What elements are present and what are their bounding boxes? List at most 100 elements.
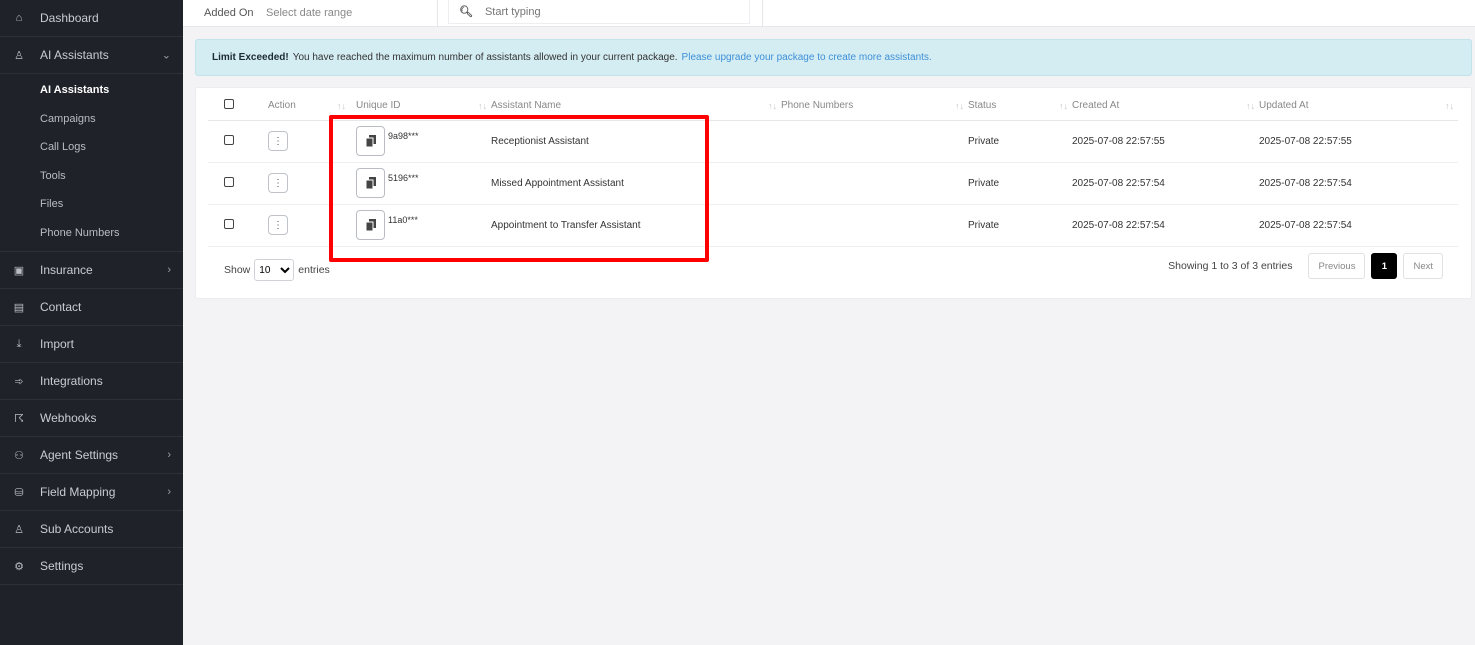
sidebar-item-webhooks[interactable]: ☈ Webhooks: [0, 400, 183, 437]
pagination: Showing 1 to 3 of 3 entries Previous 1 N…: [1168, 253, 1443, 279]
gear-icon: ⚙: [14, 560, 24, 573]
select-all-checkbox[interactable]: [224, 99, 234, 110]
sidebar-item-settings[interactable]: ⚙ Settings: [0, 548, 183, 585]
row-actions-button[interactable]: ⋮: [268, 215, 288, 235]
page-1-button[interactable]: 1: [1371, 253, 1398, 279]
date-range-picker[interactable]: Select date range: [266, 7, 352, 19]
sidebar-item-label: Dashboard: [40, 11, 99, 25]
id-card-icon: ▣: [13, 264, 25, 277]
created-at: 2025-07-08 22:57:54: [1072, 204, 1259, 247]
sidebar-item-field-mapping[interactable]: ⛁ Field Mapping ›: [0, 474, 183, 511]
header-unique-id[interactable]: Unique ID ↑↓: [356, 92, 491, 121]
search-icon: 🔍︎: [459, 6, 473, 18]
assistant-name: Receptionist Assistant: [491, 120, 781, 163]
plug-icon: ➾: [14, 375, 24, 388]
alert-title: Limit Exceeded!: [212, 52, 289, 63]
header-created-at[interactable]: Created At ↑↓: [1072, 92, 1259, 121]
webhook-icon: ☈: [14, 412, 24, 425]
row-checkbox[interactable]: [224, 176, 234, 187]
show-label: Show: [224, 264, 251, 276]
table-row: ⋮ 5196*** Missed Appointment Assistant P…: [208, 162, 1458, 205]
sidebar-item-dashboard[interactable]: ⌂ Dashboard: [0, 0, 183, 37]
row-uid-cell: 5196***: [356, 162, 491, 205]
chevron-right-icon: ›: [167, 264, 171, 276]
assistant-name: Missed Appointment Assistant: [491, 162, 781, 205]
phone-numbers: [781, 162, 968, 205]
row-select-cell: [208, 120, 256, 163]
row-actions-button[interactable]: ⋮: [268, 131, 288, 151]
sidebar-item-label: Agent Settings: [40, 448, 119, 462]
sort-icon: ↑↓: [337, 101, 346, 111]
submenu-item-campaigns[interactable]: Campaigns: [0, 105, 183, 134]
submenu-item-phone-numbers[interactable]: Phone Numbers: [0, 219, 183, 248]
sidebar-item-label: AI Assistants: [40, 48, 109, 62]
row-uid-cell: 11a0***: [356, 204, 491, 247]
updated-at: 2025-07-08 22:57:55: [1259, 120, 1458, 163]
sidebar-item-label: Import: [40, 337, 75, 351]
previous-page-button[interactable]: Previous: [1308, 253, 1366, 279]
assistants-table-card: Action ↑↓ Unique ID ↑↓ Assistant Name ↑↓…: [195, 87, 1472, 299]
updated-at: 2025-07-08 22:57:54: [1259, 204, 1458, 247]
row-select-cell: [208, 204, 256, 247]
updated-at: 2025-07-08 22:57:54: [1259, 162, 1458, 205]
upgrade-package-link[interactable]: Please upgrade your package to create mo…: [682, 52, 932, 63]
header-label: Status: [968, 100, 997, 112]
limit-exceeded-alert: Limit Exceeded! You have reached the max…: [195, 39, 1472, 76]
row-checkbox[interactable]: [224, 218, 234, 229]
sidebar-item-sub-accounts[interactable]: ♙ Sub Accounts: [0, 511, 183, 548]
assistants-table: Action ↑↓ Unique ID ↑↓ Assistant Name ↑↓…: [208, 92, 1458, 247]
sidebar-item-import[interactable]: ⤓ Import: [0, 326, 183, 363]
sidebar-item-integrations[interactable]: ➾ Integrations: [0, 363, 183, 400]
sidebar-item-agent-settings[interactable]: ⚇ Agent Settings ›: [0, 437, 183, 474]
sidebar-item-ai-assistants[interactable]: ♙ AI Assistants ⌄: [0, 37, 183, 74]
user-icon: ♙: [14, 49, 24, 62]
chevron-right-icon: ›: [167, 486, 171, 498]
unique-id: 9a98***: [388, 131, 419, 141]
sidebar-item-label: Contact: [40, 300, 82, 314]
row-select-cell: [208, 162, 256, 205]
status: Private: [968, 204, 1072, 247]
sidebar-item-label: Integrations: [40, 374, 103, 388]
sort-icon: ↑↓: [1246, 101, 1255, 111]
assistant-name: Appointment to Transfer Assistant: [491, 204, 781, 247]
copy-icon: [365, 177, 376, 189]
header-label: Unique ID: [356, 100, 401, 112]
header-phone-numbers[interactable]: Phone Numbers ↑↓: [781, 92, 968, 121]
sidebar-item-contact[interactable]: ▤ Contact: [0, 289, 183, 326]
filter-bar: Added On Select date range 🔍︎: [183, 0, 1475, 27]
sidebar-item-label: Insurance: [40, 263, 93, 277]
submenu-item-tools[interactable]: Tools: [0, 162, 183, 191]
chevron-right-icon: ›: [167, 449, 171, 461]
sort-icon: ↑↓: [768, 101, 777, 111]
next-page-button[interactable]: Next: [1403, 253, 1443, 279]
sidebar-item-insurance[interactable]: ▣ Insurance ›: [0, 252, 183, 289]
submenu-item-call-logs[interactable]: Call Logs: [0, 133, 183, 162]
page-size-select[interactable]: 10: [254, 259, 295, 281]
sidebar-item-label: Field Mapping: [40, 485, 116, 499]
header-action[interactable]: Action ↑↓: [256, 92, 356, 121]
entries-label: entries: [298, 264, 330, 276]
sidebar: ⌂ Dashboard ♙ AI Assistants ⌄ AI Assista…: [0, 0, 183, 645]
sidebar-item-label: Webhooks: [40, 411, 97, 425]
copy-id-button[interactable]: [356, 168, 385, 198]
header-label: Action: [268, 100, 296, 112]
created-at: 2025-07-08 22:57:55: [1072, 120, 1259, 163]
entries-info: Showing 1 to 3 of 3 entries: [1168, 260, 1293, 272]
sort-icon: ↑↓: [955, 101, 964, 111]
copy-icon: [365, 135, 376, 147]
copy-id-button[interactable]: [356, 210, 385, 240]
header-assistant-name[interactable]: Assistant Name ↑↓: [491, 92, 781, 121]
row-actions-button[interactable]: ⋮: [268, 173, 288, 193]
submenu-item-ai-assistants[interactable]: AI Assistants: [0, 76, 183, 105]
header-updated-at[interactable]: Updated At ↑↓: [1259, 92, 1458, 121]
alert-message: You have reached the maximum number of a…: [292, 52, 678, 63]
copy-id-button[interactable]: [356, 126, 385, 156]
row-action-cell: ⋮: [256, 120, 356, 163]
row-checkbox[interactable]: [224, 134, 234, 145]
search-input[interactable]: [484, 5, 725, 18]
divider: [437, 0, 438, 27]
submenu-item-files[interactable]: Files: [0, 190, 183, 219]
header-status[interactable]: Status ↑↓: [968, 92, 1072, 121]
header-label: Phone Numbers: [781, 100, 854, 112]
phone-numbers: [781, 204, 968, 247]
